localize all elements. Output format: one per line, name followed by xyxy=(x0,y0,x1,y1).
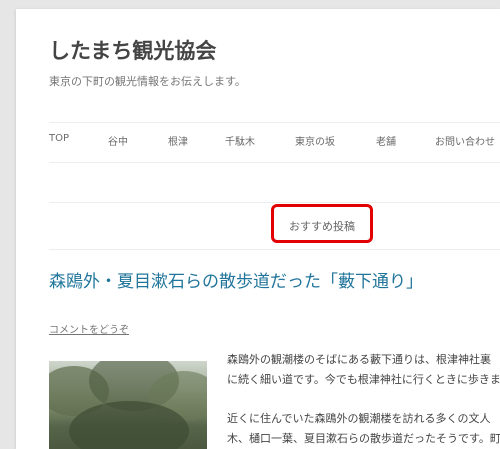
nav-top-border xyxy=(49,122,500,124)
nav-item-sendagi[interactable]: 千駄木 xyxy=(225,133,255,148)
post-thumbnail[interactable] xyxy=(49,361,207,449)
nav-bottom-border xyxy=(49,162,500,163)
nav-item-shinise[interactable]: 老舗 xyxy=(376,133,396,148)
divider xyxy=(49,249,500,250)
nav-item-tokyo-slopes[interactable]: 東京の坂 xyxy=(295,133,335,148)
nav-item-yanaka[interactable]: 谷中 xyxy=(108,133,128,148)
nav-item-top[interactable]: TOP xyxy=(49,133,69,144)
page-content: したまち観光協会 東京の下町の観光情報をお伝えします。 TOP 谷中 根津 千駄… xyxy=(16,9,500,449)
nav-item-contact[interactable]: お問い合わせ xyxy=(435,133,495,148)
divider xyxy=(49,202,500,203)
featured-posts-highlight: おすすめ投稿 xyxy=(271,204,373,243)
featured-posts-title[interactable]: おすすめ投稿 xyxy=(274,218,370,234)
post-paragraph-line: 近くに住んでいた森鴎外の観潮楼を訪れる多くの文人 xyxy=(227,412,491,425)
nav-item-nezu[interactable]: 根津 xyxy=(168,133,188,148)
post-title-link[interactable]: 森鴎外・夏目漱石らの散歩道だった「藪下通り」 xyxy=(49,267,423,292)
comment-link[interactable]: コメントをどうぞ xyxy=(49,321,129,336)
post-paragraph-line: に続く細い道です。今でも根津神社に行くときに歩きま xyxy=(227,373,500,386)
main-navigation: TOP 谷中 根津 千駄木 東京の坂 老舗 お問い合わせ xyxy=(49,127,500,157)
site-title[interactable]: したまち観光協会 xyxy=(49,35,216,65)
post-paragraph-line: 森鴎外の観潮楼のそばにある藪下通りは、根津神社裏 xyxy=(227,353,491,366)
site-description: 東京の下町の観光情報をお伝えします。 xyxy=(49,75,246,88)
post-paragraph-line: 木、樋口一葉、夏目漱石らの散歩道だったそうです。町 xyxy=(227,432,500,445)
